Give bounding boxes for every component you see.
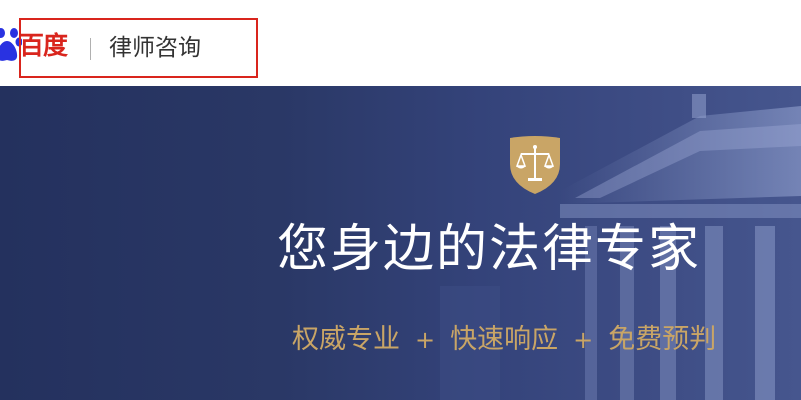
hero-banner: 您身边的法律专家 权威专业 + 快速响应 + 免费预判 <box>0 86 801 400</box>
banner-tagline: 权威专业 + 快速响应 + 免费预判 <box>292 322 716 358</box>
shield-scales-icon <box>510 136 560 194</box>
tagline-item-fast-response: 快速响应 <box>450 324 559 355</box>
banner-headline: 您身边的法律专家 <box>277 220 702 279</box>
header-divider <box>90 38 91 60</box>
tagline-item-authoritative: 权威专业 <box>292 324 400 355</box>
baidu-logo-text[interactable]: 百度 <box>19 30 68 62</box>
product-title[interactable]: 律师咨询 <box>109 33 201 63</box>
tagline-plus-separator: + <box>573 326 594 354</box>
tagline-item-free-assessment: 免费预判 <box>608 324 717 355</box>
tagline-plus-separator: + <box>415 326 436 354</box>
site-header: 百度 律师咨询 <box>0 0 801 86</box>
